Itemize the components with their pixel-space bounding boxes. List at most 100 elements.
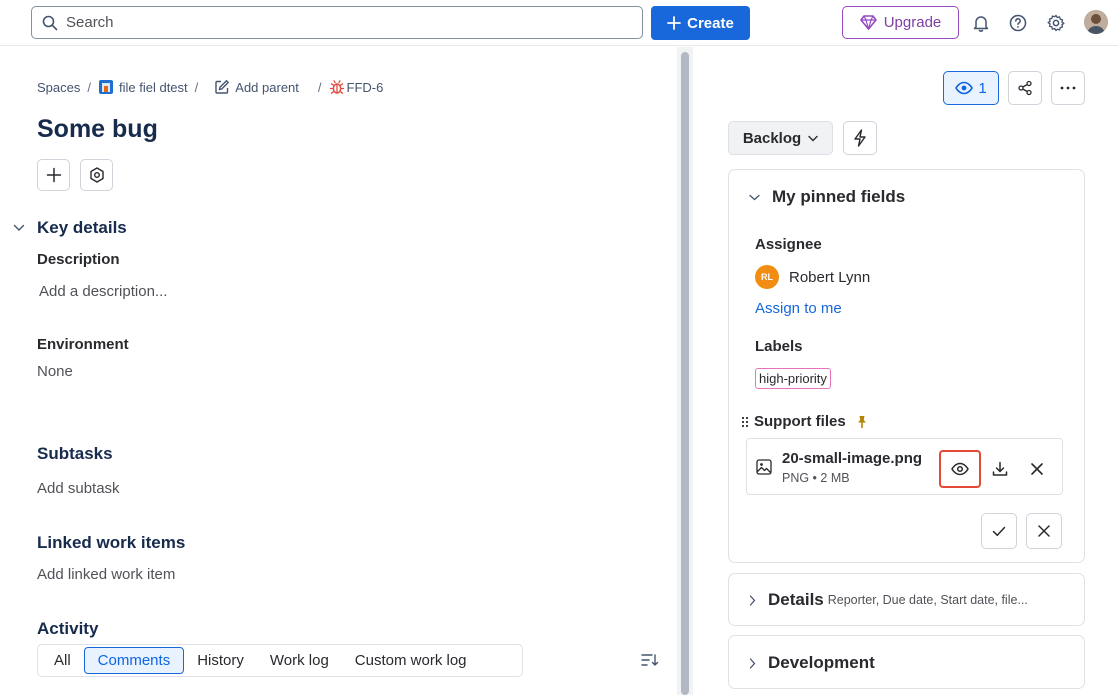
assignee-avatar: RL [755,265,779,289]
add-linked-work-item-link[interactable]: Add linked work item [37,566,175,583]
settings-gear-icon[interactable] [1045,12,1067,34]
status-dropdown[interactable]: Backlog [728,121,833,155]
eye-icon [951,462,969,476]
apps-button[interactable] [80,159,113,191]
tab-history[interactable]: History [184,647,257,674]
details-card[interactable]: Details Reporter, Due date, Start date, … [728,573,1085,626]
status-label: Backlog [742,129,802,147]
chevron-down-icon[interactable] [13,224,25,232]
chevron-right-icon [749,657,756,669]
share-icon [1017,80,1033,96]
breadcrumb-spaces-label: Spaces [37,79,81,95]
add-parent-button[interactable]: Add parent [214,79,299,95]
assignee-field[interactable]: RL Robert Lynn [755,265,870,289]
automation-button[interactable] [843,121,877,155]
confirm-button[interactable] [981,513,1017,549]
eye-icon [955,81,974,95]
add-parent-label: Add parent [235,79,299,95]
linked-work-items-heading: Linked work items [37,533,186,552]
drag-handle-icon[interactable] [741,416,749,428]
search-placeholder: Search [66,14,114,31]
gem-icon [859,15,877,30]
plus-icon [667,16,682,30]
chevron-down-icon [749,194,760,201]
remove-file-button[interactable] [1020,452,1054,486]
more-actions-button[interactable] [1051,71,1085,105]
tab-work-log[interactable]: Work log [257,647,342,674]
upgrade-button[interactable]: Upgrade [842,6,959,39]
support-files-label: Support files [754,413,846,430]
issue-main-pane: Spaces / file fiel dtest / Add parent / … [0,47,676,695]
lightning-bolt-icon [853,129,867,147]
hexagon-settings-icon [89,167,105,183]
details-header[interactable]: Details Reporter, Due date, Start date, … [749,590,1028,610]
pinned-fields-header[interactable]: My pinned fields [749,187,905,207]
issue-title[interactable]: Some bug [37,115,158,144]
bug-icon [329,79,345,95]
edit-pencil-icon [214,79,230,95]
pin-icon[interactable] [856,415,868,429]
bell-icon[interactable] [970,12,992,34]
close-icon [1038,525,1050,537]
attachment-file-meta: PNG • 2 MB [782,471,850,485]
details-summary: Reporter, Due date, Start date, file... [827,593,1028,607]
tab-all[interactable]: All [41,647,84,674]
description-label: Description [37,251,120,268]
development-header[interactable]: Development [749,653,875,673]
scrollbar[interactable] [681,52,689,695]
assign-to-me-link[interactable]: Assign to me [755,300,842,317]
attachment-item: 20-small-image.png PNG • 2 MB [746,438,1063,495]
download-file-button[interactable] [983,452,1017,486]
labels-label: Labels [755,338,803,355]
watch-button[interactable]: 1 [943,71,999,105]
project-icon [98,79,114,95]
cancel-button[interactable] [1026,513,1062,549]
label-chip[interactable]: high-priority [755,368,831,389]
search-icon [42,15,58,31]
environment-field[interactable]: None [37,363,73,380]
issue-key-label: FFD-6 [346,79,384,95]
close-icon [1031,463,1043,475]
search-input[interactable]: Search [31,6,643,39]
add-button[interactable] [37,159,70,191]
watch-count: 1 [978,79,987,97]
breadcrumb-separator: / [87,79,91,95]
details-heading: Details [768,590,824,609]
chevron-right-icon [749,594,756,606]
chevron-down-icon [808,135,818,142]
tab-comments[interactable]: Comments [83,647,185,674]
breadcrumb-separator: / [194,79,199,95]
activity-heading: Activity [37,619,99,638]
sort-icon[interactable] [641,652,659,668]
help-icon[interactable] [1007,12,1029,34]
pinned-fields-heading: My pinned fields [772,187,906,206]
subtasks-heading: Subtasks [37,444,113,463]
assignee-label: Assignee [755,236,822,253]
download-icon [992,461,1008,477]
checkmark-icon [992,526,1006,537]
plus-icon [46,167,62,183]
development-card[interactable]: Development [728,635,1085,689]
user-avatar[interactable] [1084,10,1108,34]
breadcrumb-project-label: file fiel dtest [119,79,188,95]
image-file-icon [756,459,772,475]
description-field[interactable]: Add a description... [39,283,167,300]
breadcrumb-project[interactable]: file fiel dtest [98,79,188,95]
environment-label: Environment [37,336,129,353]
share-button[interactable] [1008,71,1042,105]
more-dots-icon [1060,86,1076,90]
breadcrumb-issue-key[interactable]: FFD-6 [329,79,384,95]
breadcrumb-spaces[interactable]: Spaces [37,80,80,95]
breadcrumb: Spaces / file fiel dtest / Add parent / … [37,79,383,95]
breadcrumb-separator: / [317,79,322,95]
attachment-file-name[interactable]: 20-small-image.png [782,450,922,467]
assignee-name: Robert Lynn [789,268,871,286]
activity-tabs: All Comments History Work log Custom wor… [37,644,523,677]
tab-custom-work-log[interactable]: Custom work log [342,647,480,674]
top-navigation-bar: Search Create Upgrade [0,0,1118,46]
add-subtask-link[interactable]: Add subtask [37,480,120,497]
create-button[interactable]: Create [651,6,750,40]
key-details-heading[interactable]: Key details [37,218,127,238]
support-files-field-header: Support files [741,413,868,430]
preview-file-button[interactable] [939,450,981,488]
